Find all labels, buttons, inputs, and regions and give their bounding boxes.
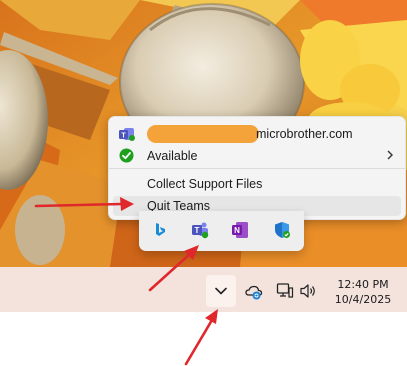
clock-time: 12:40 PM bbox=[337, 278, 389, 291]
hidden-icons-tray: T N bbox=[139, 211, 304, 251]
svg-text:N: N bbox=[234, 226, 240, 235]
clock-date: 10/4/2025 bbox=[334, 293, 392, 306]
arrow-to-chevron-button bbox=[184, 309, 218, 366]
svg-text:T: T bbox=[121, 133, 126, 140]
account-email: microbrother.com bbox=[256, 127, 353, 141]
security-shield-icon[interactable] bbox=[273, 221, 291, 239]
collect-support-files-item[interactable]: Collect Support Files bbox=[109, 174, 405, 194]
onenote-icon[interactable]: N bbox=[231, 221, 249, 239]
email-redaction bbox=[147, 125, 259, 143]
show-hidden-icons-button[interactable] bbox=[206, 275, 236, 307]
teams-icon: T bbox=[119, 128, 135, 141]
network-icon[interactable] bbox=[276, 282, 294, 300]
taskbar: 12:40 PM 10/4/2025 bbox=[0, 267, 407, 312]
chevron-down-icon bbox=[215, 287, 227, 295]
onedrive-sync-icon[interactable] bbox=[245, 284, 263, 300]
system-clock[interactable]: 12:40 PM 10/4/2025 bbox=[330, 277, 396, 307]
account-row: T microbrother.com bbox=[109, 121, 405, 147]
status-menu-item[interactable]: Available bbox=[109, 145, 405, 167]
status-label: Available bbox=[147, 149, 198, 163]
teams-icon[interactable]: T bbox=[191, 221, 209, 239]
chevron-right-icon bbox=[387, 150, 393, 160]
volume-icon[interactable] bbox=[299, 283, 317, 299]
svg-text:T: T bbox=[195, 226, 200, 235]
teams-context-menu: T microbrother.com Available Collect Sup… bbox=[108, 116, 406, 220]
available-status-icon bbox=[119, 148, 134, 163]
bing-icon[interactable] bbox=[151, 221, 169, 239]
menu-divider bbox=[109, 168, 405, 169]
collect-support-files-label: Collect Support Files bbox=[147, 177, 263, 191]
